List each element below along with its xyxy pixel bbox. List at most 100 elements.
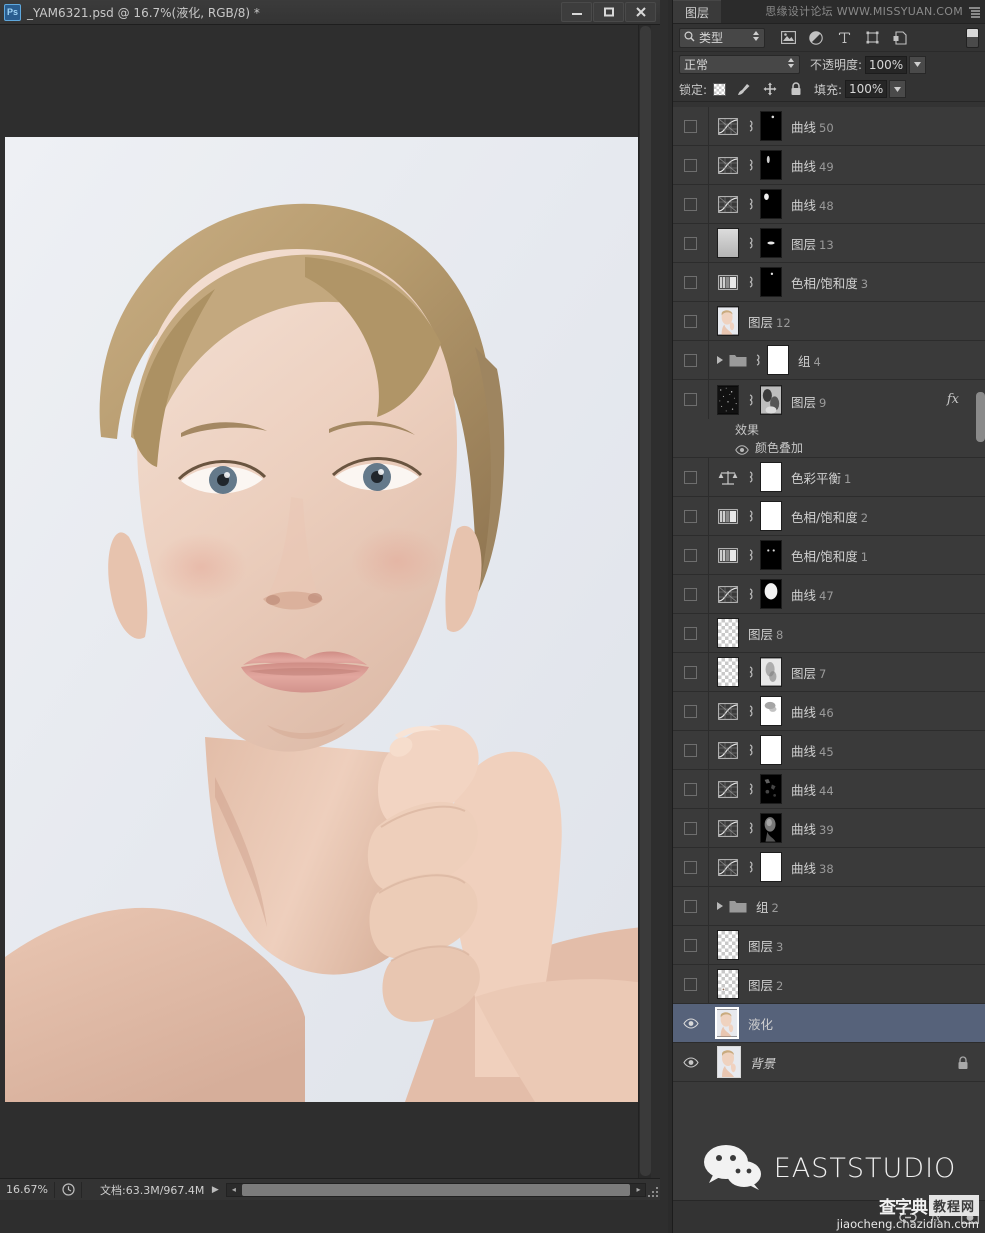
lock-position-icon[interactable] [762,81,778,97]
close-button[interactable] [625,2,656,22]
layer-row[interactable]: 图层 9 fx 效果 颜色叠加 [673,380,985,458]
layer-row[interactable]: 图层 13 [673,224,985,263]
layer-visibility-toggle[interactable] [673,653,709,691]
layer-thumbnails[interactable] [709,930,739,960]
layer-name[interactable]: 组4 [798,351,821,370]
eye-icon[interactable] [684,236,697,250]
layer-row[interactable]: 曲线 48 [673,185,985,224]
layer-mask-thumbnail[interactable] [760,774,782,804]
layer-visibility-toggle[interactable] [673,224,709,262]
type-filter-icon[interactable] [835,29,853,47]
layer-thumbnails[interactable] [709,774,782,804]
horizontal-scroll-thumb[interactable] [242,1183,630,1196]
minimize-button[interactable] [561,2,592,22]
layer-name[interactable]: 图层 7 [791,663,826,682]
layer-thumbnail[interactable] [717,930,739,960]
scroll-right-arrow[interactable]: ▸ [632,1185,645,1194]
layer-row[interactable]: 曲线 45 [673,731,985,770]
layer-row[interactable]: 色相/饱和度 1 [673,536,985,575]
eye-icon[interactable] [684,860,697,874]
document-canvas-image[interactable] [5,137,643,1102]
layer-thumbnails[interactable] [747,345,789,375]
layer-visibility-toggle[interactable] [673,341,709,379]
eye-icon[interactable] [684,938,697,952]
layer-name[interactable]: 背景 [750,1053,775,1072]
layer-mask-thumbnail[interactable] [760,150,782,180]
link-mask-icon[interactable] [744,587,755,601]
layer-visibility-toggle[interactable] [673,848,709,886]
layer-row[interactable]: 组4 [673,341,985,380]
layer-visibility-toggle[interactable] [673,965,709,1003]
link-mask-icon[interactable] [744,743,755,757]
layer-row[interactable]: 曲线 38 [673,848,985,887]
layer-row-selected[interactable]: 液化 [673,1004,985,1043]
layer-thumbnails[interactable] [709,1046,741,1078]
layer-name[interactable]: 曲线 50 [791,117,834,136]
group-mask-thumbnail[interactable] [767,345,789,375]
eye-icon[interactable] [684,977,697,991]
maximize-button[interactable] [593,2,624,22]
link-mask-icon[interactable] [744,119,755,133]
layer-name[interactable]: 液化 [748,1014,773,1033]
vertical-scroll-thumb[interactable] [640,26,651,1176]
layer-row[interactable]: 曲线 39 [673,809,985,848]
layer-visibility-toggle[interactable] [673,575,709,613]
layer-thumbnails[interactable] [709,696,782,726]
layer-mask-thumbnail[interactable] [760,852,782,882]
layer-thumbnail[interactable] [717,1046,741,1078]
layer-name[interactable]: 图层 12 [748,312,791,331]
link-mask-icon[interactable] [744,236,755,250]
group-expand-triangle-icon[interactable] [717,902,723,910]
layer-thumbnails[interactable] [709,462,782,492]
layer-thumbnails[interactable] [709,189,782,219]
layer-row[interactable]: 图层 8 [673,614,985,653]
link-mask-icon[interactable] [744,782,755,796]
pixel-filter-icon[interactable] [779,29,797,47]
link-mask-icon[interactable] [744,158,755,172]
layer-name[interactable]: 图层 2 [748,975,783,994]
layer-name[interactable]: 图层 8 [748,624,783,643]
eye-icon[interactable] [684,782,697,796]
layer-mask-thumbnail[interactable] [760,657,782,687]
eye-icon[interactable] [684,704,697,718]
layer-thumbnail[interactable] [717,385,739,415]
eye-icon[interactable] [684,314,697,328]
layer-thumbnails[interactable] [709,540,782,570]
layer-mask-thumbnail[interactable] [760,385,782,415]
layer-visibility-toggle[interactable] [673,107,709,145]
layer-thumbnails[interactable] [709,267,782,297]
layer-effects-fx-badge[interactable]: fx [947,392,959,407]
eye-icon[interactable] [684,665,697,679]
layer-name[interactable]: 曲线 45 [791,741,834,760]
layer-thumbnails[interactable] [709,657,782,687]
layer-row[interactable]: 图层 3 [673,926,985,965]
layer-thumbnail[interactable] [717,228,739,258]
layer-thumbnails[interactable] [709,111,782,141]
layer-row[interactable]: 图层 2 [673,965,985,1004]
layer-row[interactable]: 曲线 44 [673,770,985,809]
eye-icon[interactable] [684,821,697,835]
eye-icon[interactable] [684,548,697,562]
layer-thumbnails[interactable] [709,735,782,765]
eye-icon[interactable] [684,470,697,484]
layer-visibility-toggle[interactable] [673,380,709,419]
layer-row[interactable]: 背景 [673,1043,985,1082]
canvas-vertical-scrollbar[interactable] [638,25,651,1200]
layer-thumbnail[interactable] [717,969,739,999]
shape-filter-icon[interactable] [863,29,881,47]
effects-label[interactable]: 效果 [735,421,759,438]
lock-image-icon[interactable] [736,81,752,97]
opacity-dropdown-icon[interactable] [909,55,927,74]
layer-mask-thumbnail[interactable] [760,111,782,141]
layer-name[interactable]: 图层 13 [791,234,834,253]
layer-name[interactable]: 图层 9 [791,392,826,411]
link-mask-icon[interactable] [744,197,755,211]
layer-name[interactable]: 曲线 49 [791,156,834,175]
layer-visibility-toggle[interactable] [673,302,709,340]
layer-mask-thumbnail[interactable] [760,189,782,219]
link-mask-icon[interactable] [751,353,762,367]
layer-visibility-toggle[interactable] [673,458,709,496]
layer-thumbnail[interactable] [717,618,739,648]
layer-name[interactable]: 色彩平衡 1 [791,468,851,487]
layer-list-scrollbar-thumb[interactable] [976,392,985,442]
